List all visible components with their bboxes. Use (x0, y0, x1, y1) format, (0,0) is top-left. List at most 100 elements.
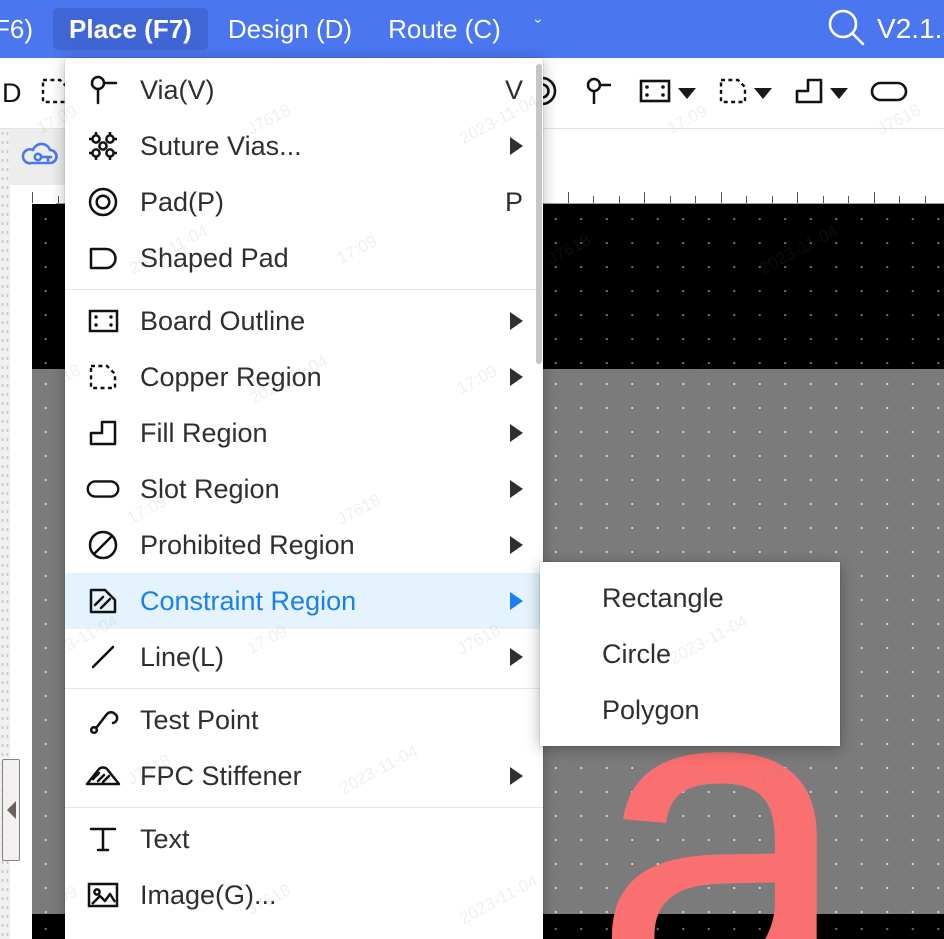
menu-item-copper-region[interactable]: Copper Region (65, 349, 543, 405)
submenu-arrow-icon (510, 137, 523, 155)
menu-item-label: Via(V) (140, 74, 215, 105)
menu-item-label: Image(G)... (140, 879, 277, 910)
image-icon (83, 880, 123, 910)
toolbar-left-label: D (2, 77, 22, 108)
board-outline-icon (636, 76, 674, 111)
ruler-tick (720, 192, 722, 203)
menu-item-pad-p[interactable]: Pad(P) P (65, 174, 543, 230)
ruler-tick (848, 196, 849, 203)
submenu-item-polygon[interactable]: Polygon (540, 682, 840, 738)
menu-bar: F6) Place (F7) Design (D) Route (C) ˇ V2… (0, 0, 944, 58)
suture-vias-icon (83, 128, 123, 164)
ruler-tick (618, 196, 620, 203)
pad-icon (83, 184, 123, 220)
menu-separator (65, 807, 543, 808)
menu-scrollbar[interactable] (536, 64, 542, 364)
chevron-left-icon (6, 801, 16, 819)
fpc-stiffener-icon (83, 760, 123, 792)
menu-item-fpc-stiffener[interactable]: FPC Stiffener (65, 748, 543, 804)
via-icon (580, 73, 616, 114)
menu-item-shortcut: P (504, 186, 523, 217)
ruler-tick (644, 192, 645, 203)
ruler-tick (695, 196, 696, 203)
submenu-item-circle[interactable]: Circle (540, 626, 840, 682)
menubar-overflow-chevron-icon[interactable]: ˇ (519, 10, 557, 48)
submenu-arrow-icon (510, 312, 523, 330)
version-label: V2.1.3 (877, 13, 944, 44)
ruler-tick (822, 196, 824, 203)
chevron-down-icon[interactable] (753, 87, 772, 99)
toolbar-via-button[interactable] (570, 67, 626, 119)
ruler-tick (57, 196, 59, 203)
menu-item-dimension-d[interactable]: Dimension(D) (65, 923, 543, 939)
menu-item-label: Board Outline (140, 305, 306, 336)
submenu-arrow-icon (510, 424, 523, 442)
menu-item-test-point[interactable]: Test Point (65, 692, 543, 748)
menubar-item-route[interactable]: Route (C) (372, 8, 517, 50)
prohibited-region-icon (83, 527, 123, 563)
menu-item-slot-region[interactable]: Slot Region (65, 461, 543, 517)
app-root: 29503000 4250420041504100 a D (0, 0, 944, 939)
ruler-tick (669, 196, 671, 203)
chevron-down-icon[interactable] (677, 87, 696, 99)
menubar-item-place[interactable]: Place (F7) (53, 8, 208, 50)
ruler-tick (873, 192, 875, 203)
menubar-item-design[interactable]: Design (D) (212, 8, 368, 50)
submenu-item-rectangle[interactable]: Rectangle (540, 570, 840, 626)
ruler-tick (567, 192, 569, 203)
menu-item-image-g[interactable]: Image(G)... (65, 867, 543, 923)
submenu-arrow-icon (510, 767, 523, 785)
toolbar-slot-region-button[interactable] (858, 67, 920, 119)
toolbar-fill-region-button[interactable] (782, 67, 858, 119)
menu-item-label: Suture Vias... (140, 130, 302, 161)
menu-item-constraint-region[interactable]: Constraint Region (65, 573, 543, 629)
menu-item-board-outline[interactable]: Board Outline (65, 293, 543, 349)
menu-item-label: Fill Region (140, 417, 268, 448)
chevron-down-icon[interactable] (829, 87, 848, 99)
panel-collapse-handle[interactable] (2, 759, 20, 861)
search-icon (823, 4, 869, 55)
menu-item-label: Line(L) (140, 641, 225, 672)
copper-region-icon (716, 74, 750, 113)
via-icon (83, 72, 123, 108)
menu-item-label: Copper Region (140, 361, 322, 392)
menu-item-label: Constraint Region (140, 585, 357, 616)
menu-item-label: FPC Stiffener (140, 760, 302, 791)
toolbar-board-outline-button[interactable] (626, 67, 706, 119)
ruler-tick (797, 192, 798, 203)
menu-item-prohibited-region[interactable]: Prohibited Region (65, 517, 543, 573)
ruler-tick (924, 196, 926, 203)
ruler-tick (771, 196, 773, 203)
cloud-panel-tab[interactable] (10, 129, 70, 185)
menu-item-line-l[interactable]: Line(L) (65, 629, 543, 685)
menu-item-label: Prohibited Region (140, 529, 355, 560)
constraint-region-submenu[interactable]: Rectangle Circle Polygon (540, 562, 840, 746)
submenu-arrow-icon (510, 368, 523, 386)
submenu-arrow-icon (510, 592, 523, 610)
board-outline-icon (83, 306, 123, 336)
search-button[interactable] (823, 6, 869, 52)
menu-item-label: Dimension(D) (123, 936, 510, 939)
cloud-key-icon (21, 141, 59, 174)
place-dropdown-menu[interactable]: Via(V) V Suture Vias... Pad(P) P Shaped Pad Bo… (65, 58, 543, 939)
menu-item-shaped-pad[interactable]: Shaped Pad (65, 230, 543, 286)
constraint-region-icon (83, 583, 123, 619)
menu-separator (65, 688, 543, 689)
menu-item-label: Test Point (140, 704, 259, 735)
fill-region-icon (83, 415, 123, 451)
menu-item-via-v[interactable]: Via(V) V (65, 62, 543, 118)
text-icon (83, 821, 123, 857)
menu-item-fill-region[interactable]: Fill Region (65, 405, 543, 461)
menu-item-label: Slot Region (140, 473, 280, 504)
fill-region-icon (792, 74, 826, 113)
test-point-icon (83, 702, 123, 738)
submenu-arrow-icon (510, 648, 523, 666)
toolbar-copper-region-2-button[interactable] (706, 67, 782, 119)
submenu-arrow-icon (510, 480, 523, 498)
menu-item-suture-vias[interactable]: Suture Vias... (65, 118, 543, 174)
menu-item-text[interactable]: Text (65, 811, 543, 867)
ruler-tick (899, 196, 900, 203)
menubar-item-0[interactable]: F6) (0, 8, 49, 50)
menu-item-label: Pad(P) (140, 186, 225, 217)
shaped-pad-icon (83, 243, 123, 273)
